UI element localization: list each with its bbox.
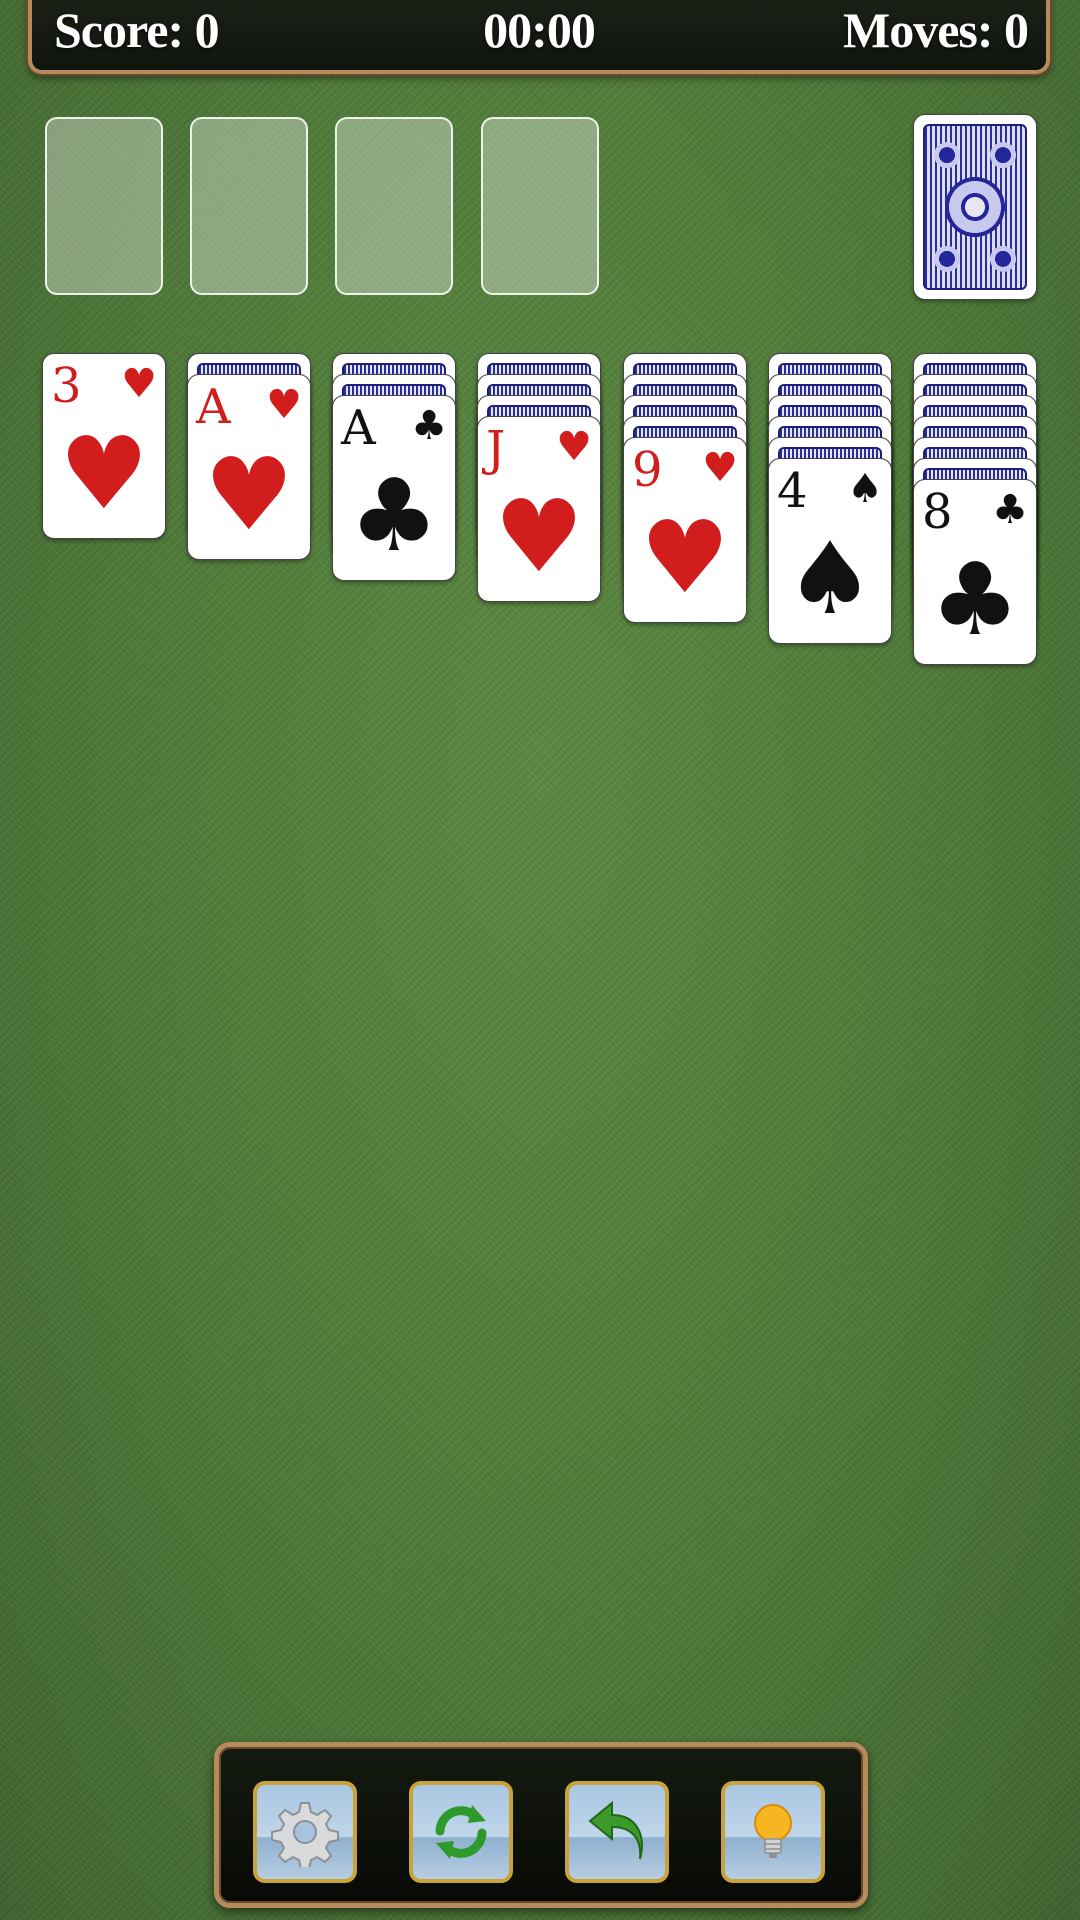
card-suit-icon: ♣ bbox=[411, 403, 447, 449]
tableau-card[interactable]: 9 ♥ ♥ bbox=[623, 437, 747, 623]
undo-button[interactable] bbox=[565, 1781, 669, 1883]
hint-button[interactable] bbox=[721, 1781, 825, 1883]
card-center-suit-icon: ♥ bbox=[204, 436, 294, 553]
undo-icon bbox=[588, 1800, 643, 1860]
foundation-slot-4[interactable] bbox=[481, 117, 599, 295]
card-center-suit-icon: ♣ bbox=[930, 541, 1020, 658]
card-center-suit-icon: ♥ bbox=[494, 478, 584, 595]
gear-icon bbox=[271, 1802, 339, 1867]
card-rank: A bbox=[196, 379, 231, 435]
card-rank: J bbox=[486, 421, 506, 477]
foundation-slot-1[interactable] bbox=[45, 117, 163, 295]
new-game-button[interactable] bbox=[409, 1781, 513, 1883]
refresh-icon bbox=[435, 1805, 487, 1859]
tableau-card[interactable]: 8 ♣ ♣ bbox=[913, 479, 1037, 665]
card-rank: A bbox=[341, 400, 376, 456]
tableau-card[interactable]: A ♥ ♥ bbox=[187, 374, 311, 560]
tableau-card[interactable]: J ♥ ♥ bbox=[477, 416, 601, 602]
moves-label: Moves: 0 bbox=[843, 2, 1029, 58]
card-center-suit-icon: ♥ bbox=[59, 415, 149, 532]
card-center-suit-icon: ♣ bbox=[349, 457, 439, 574]
settings-button[interactable] bbox=[253, 1781, 357, 1883]
card-suit-icon: ♠ bbox=[847, 466, 883, 512]
card-rank: 4 bbox=[777, 463, 808, 519]
card-rank: 3 bbox=[51, 358, 82, 414]
card-rank: 9 bbox=[632, 442, 663, 498]
card-suit-icon: ♥ bbox=[266, 382, 302, 428]
card-suit-icon: ♥ bbox=[121, 361, 157, 407]
bottom-toolbar bbox=[214, 1742, 868, 1908]
foundation-slot-2[interactable] bbox=[190, 117, 308, 295]
score-bar: Score: 0 00:00 Moves: 0 bbox=[28, 0, 1050, 74]
card-suit-icon: ♥ bbox=[702, 445, 738, 491]
tableau-card[interactable]: 3 ♥ ♥ bbox=[42, 353, 166, 539]
card-suit-icon: ♣ bbox=[992, 487, 1028, 533]
stock-pile[interactable] bbox=[913, 114, 1037, 300]
card-back-pattern bbox=[923, 124, 1027, 290]
lightbulb-icon bbox=[754, 1804, 792, 1858]
foundation-slot-3[interactable] bbox=[335, 117, 453, 295]
card-center-suit-icon: ♥ bbox=[640, 499, 730, 616]
tableau-card[interactable]: 4 ♠ ♠ bbox=[768, 458, 892, 644]
card-rank: 8 bbox=[922, 484, 953, 540]
tableau-card[interactable]: A ♣ ♣ bbox=[332, 395, 456, 581]
card-suit-icon: ♥ bbox=[556, 424, 592, 470]
card-center-suit-icon: ♠ bbox=[785, 520, 875, 637]
